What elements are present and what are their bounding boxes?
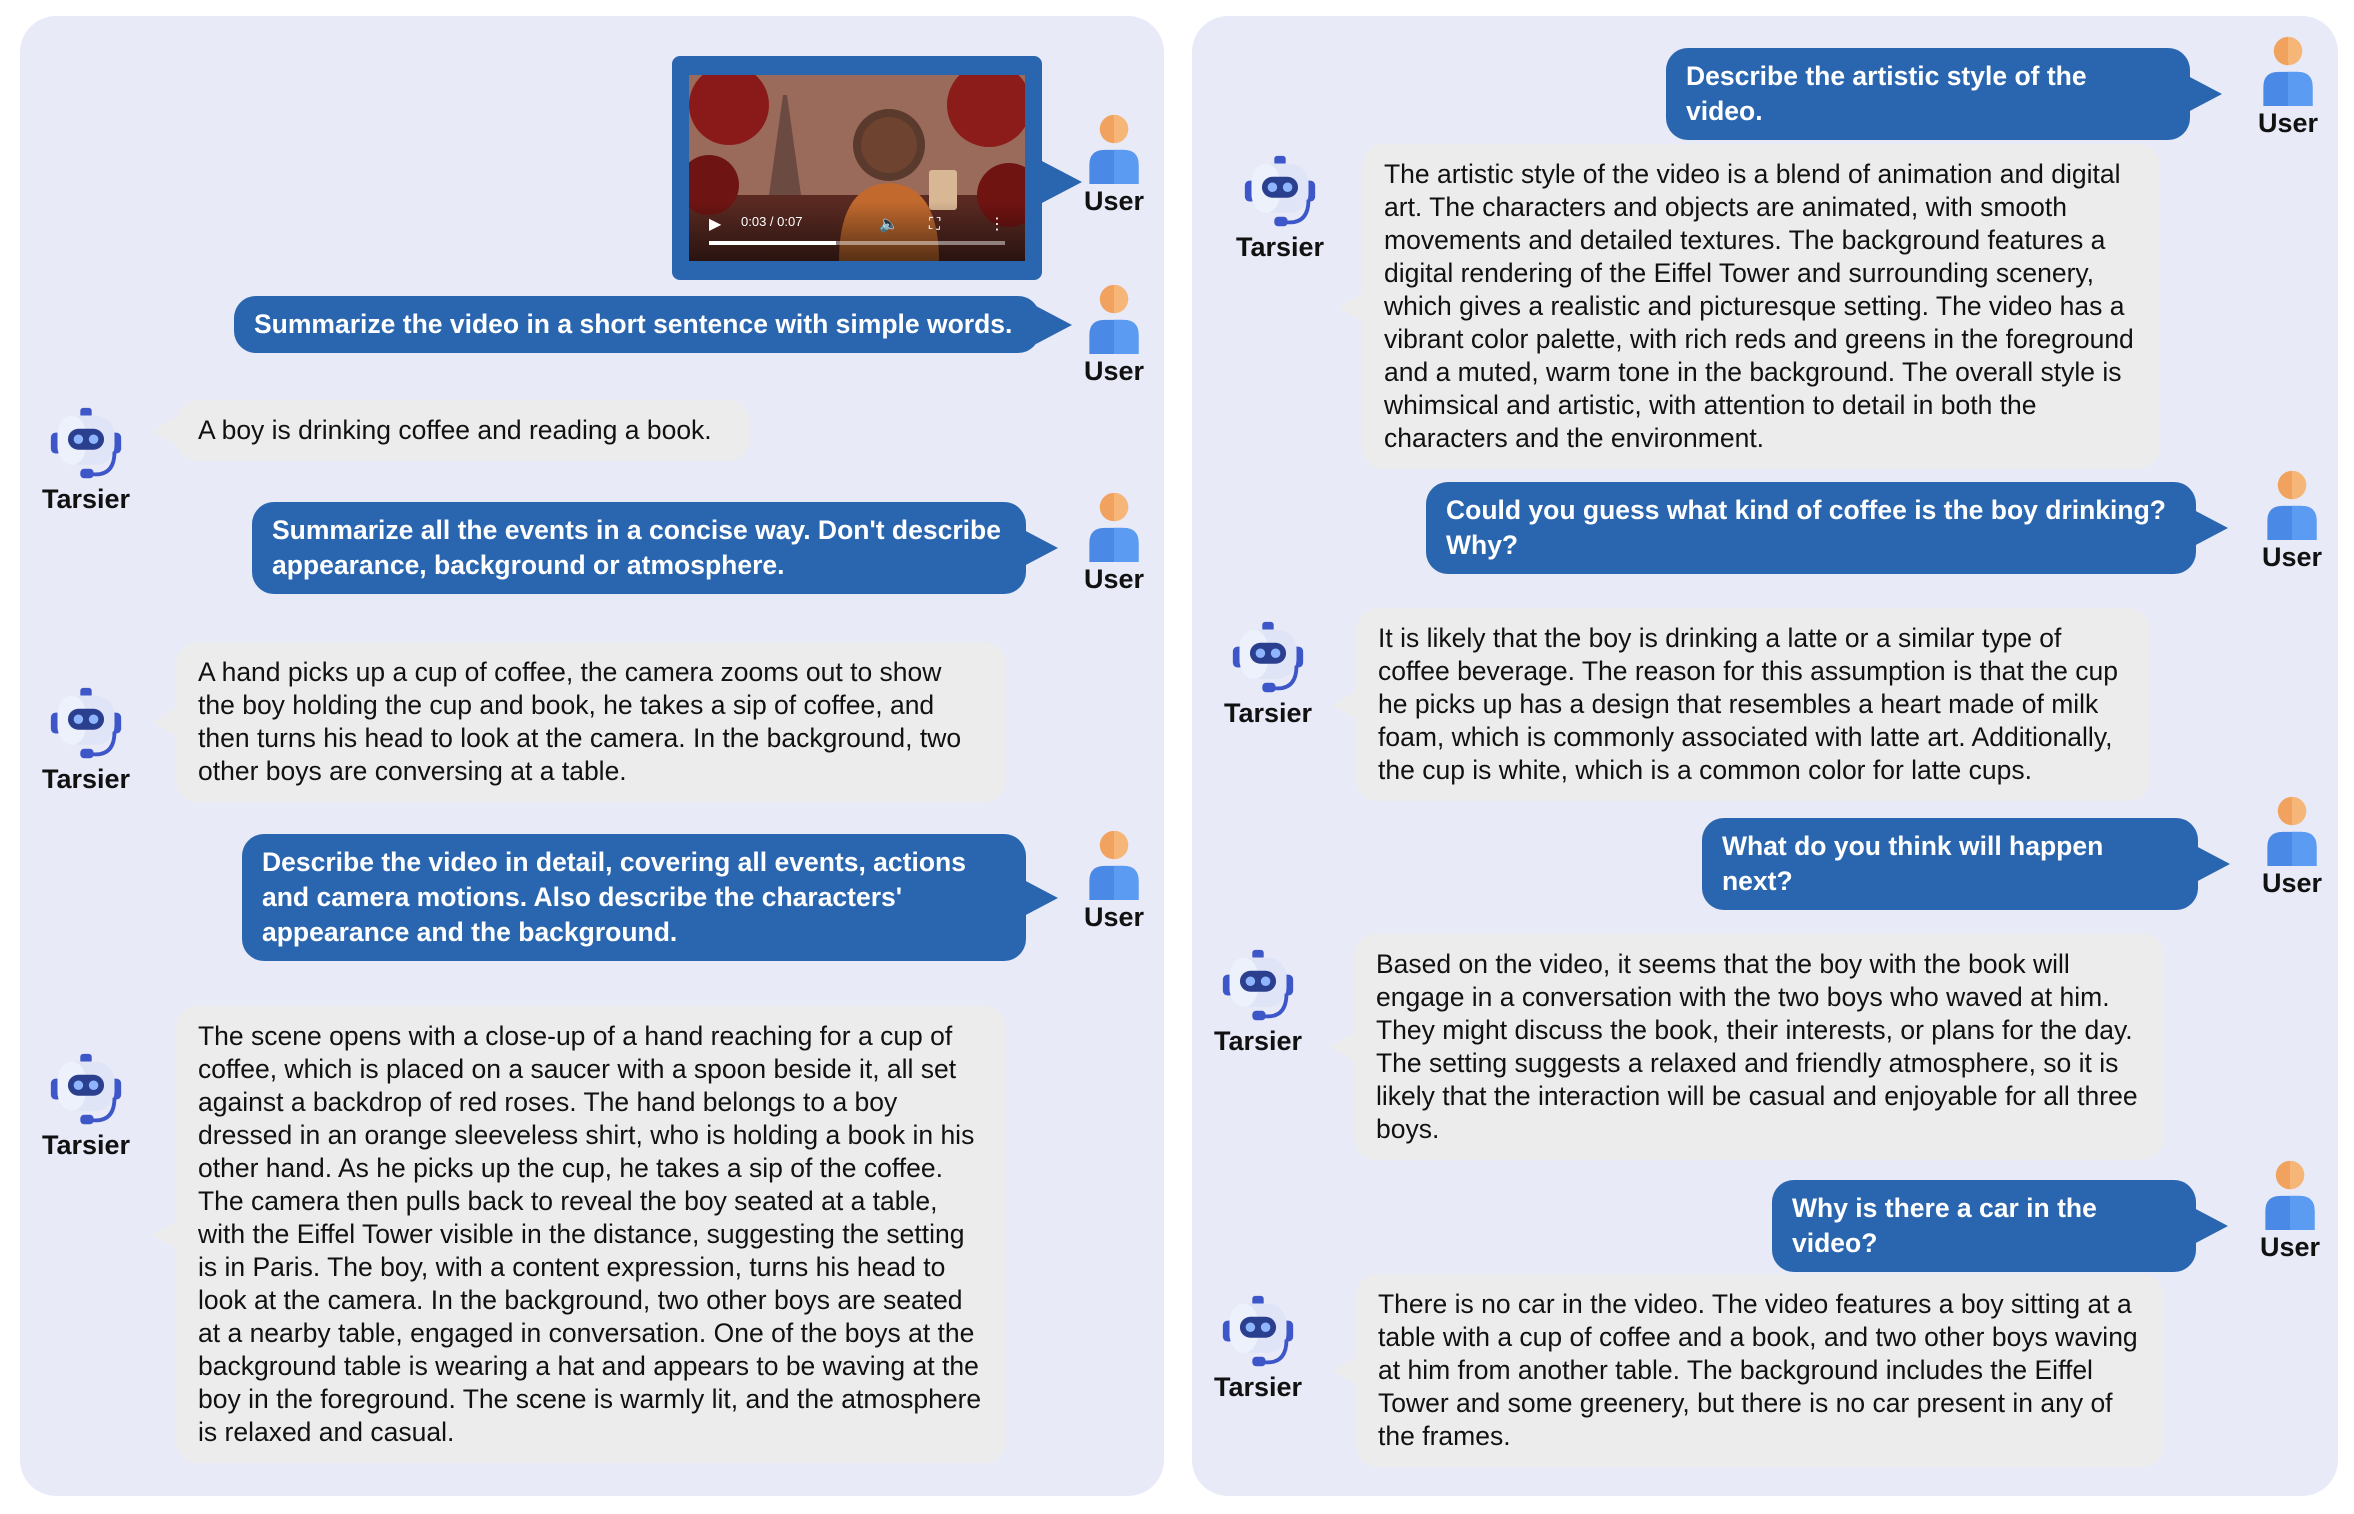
bot-avatar: Tarsier bbox=[1208, 948, 1308, 1057]
bot-message: The scene opens with a close-up of a han… bbox=[176, 1006, 1006, 1463]
bot-message: A hand picks up a cup of coffee, the cam… bbox=[176, 642, 1006, 802]
bot-avatar: Tarsier bbox=[1230, 154, 1330, 263]
user-avatar: User bbox=[1064, 282, 1164, 387]
user-message: Summarize the video in a short sentence … bbox=[234, 296, 1040, 353]
user-message: Describe the artistic style of the video… bbox=[1666, 48, 2190, 140]
robot-icon bbox=[1242, 154, 1318, 230]
user-icon bbox=[2263, 468, 2321, 540]
user-avatar: User bbox=[1064, 490, 1164, 595]
bot-avatar: Tarsier bbox=[1218, 620, 1318, 729]
user-icon bbox=[1085, 112, 1143, 184]
user-icon bbox=[2261, 1158, 2319, 1230]
left-chat-panel: ▶ 0:03 / 0:07 🔈 ⛶ ⋮ User Summarize the v… bbox=[20, 16, 1164, 1496]
user-label: User bbox=[1083, 564, 1145, 594]
more-options-icon[interactable]: ⋮ bbox=[989, 217, 1005, 233]
user-avatar: User bbox=[1064, 112, 1164, 217]
fullscreen-icon[interactable]: ⛶ bbox=[929, 217, 940, 233]
bot-message: There is no car in the video. The video … bbox=[1356, 1274, 2164, 1467]
right-chat-panel: Describe the artistic style of the video… bbox=[1192, 16, 2338, 1496]
bot-message: It is likely that the boy is drinking a … bbox=[1356, 608, 2150, 801]
video-time: 0:03 / 0:07 bbox=[741, 214, 803, 229]
play-icon[interactable]: ▶ bbox=[709, 217, 721, 233]
bot-avatar: Tarsier bbox=[36, 686, 136, 795]
bot-label: Tarsier bbox=[41, 484, 131, 514]
user-message: What do you think will happen next? bbox=[1702, 818, 2198, 910]
user-label: User bbox=[2257, 108, 2319, 138]
bot-avatar: Tarsier bbox=[36, 1052, 136, 1161]
bot-label: Tarsier bbox=[41, 764, 131, 794]
video-player[interactable]: ▶ 0:03 / 0:07 🔈 ⛶ ⋮ bbox=[689, 75, 1025, 261]
user-label: User bbox=[1083, 356, 1145, 386]
user-label: User bbox=[2261, 868, 2323, 898]
bot-avatar: Tarsier bbox=[1208, 1294, 1308, 1403]
user-avatar: User bbox=[1064, 828, 1164, 933]
user-icon bbox=[1085, 828, 1143, 900]
user-message: Summarize all the events in a concise wa… bbox=[252, 502, 1026, 594]
robot-icon bbox=[48, 1052, 124, 1128]
user-message: Describe the video in detail, covering a… bbox=[242, 834, 1026, 961]
user-label: User bbox=[2261, 542, 2323, 572]
bot-message: The artistic style of the video is a ble… bbox=[1362, 144, 2160, 469]
robot-icon bbox=[1220, 1294, 1296, 1370]
user-avatar: User bbox=[2240, 1158, 2340, 1263]
user-avatar: User bbox=[2238, 34, 2338, 139]
robot-icon bbox=[1220, 948, 1296, 1024]
video-progress-bar[interactable] bbox=[709, 241, 1005, 245]
bot-label: Tarsier bbox=[1223, 698, 1313, 728]
video-progress-fill bbox=[709, 241, 837, 245]
bot-label: Tarsier bbox=[1213, 1026, 1303, 1056]
volume-icon[interactable]: 🔈 bbox=[879, 217, 899, 233]
user-icon bbox=[2263, 794, 2321, 866]
user-icon bbox=[2259, 34, 2317, 106]
user-message: Could you guess what kind of coffee is t… bbox=[1426, 482, 2196, 574]
bot-message: Based on the video, it seems that the bo… bbox=[1354, 934, 2164, 1160]
bot-label: Tarsier bbox=[1235, 232, 1325, 262]
user-avatar: User bbox=[2242, 794, 2342, 899]
user-avatar: User bbox=[2242, 468, 2342, 573]
bot-label: Tarsier bbox=[1213, 1372, 1303, 1402]
video-controls bbox=[689, 201, 1025, 261]
robot-icon bbox=[1230, 620, 1306, 696]
user-message: Why is there a car in the video? bbox=[1772, 1180, 2196, 1272]
robot-icon bbox=[48, 686, 124, 762]
bot-message: A boy is drinking coffee and reading a b… bbox=[176, 400, 750, 461]
video-message-bubble: ▶ 0:03 / 0:07 🔈 ⛶ ⋮ bbox=[672, 56, 1082, 280]
user-label: User bbox=[1083, 186, 1145, 216]
bot-label: Tarsier bbox=[41, 1130, 131, 1160]
user-icon bbox=[1085, 490, 1143, 562]
user-icon bbox=[1085, 282, 1143, 354]
user-label: User bbox=[2259, 1232, 2321, 1262]
user-label: User bbox=[1083, 902, 1145, 932]
bot-avatar: Tarsier bbox=[36, 406, 136, 515]
robot-icon bbox=[48, 406, 124, 482]
